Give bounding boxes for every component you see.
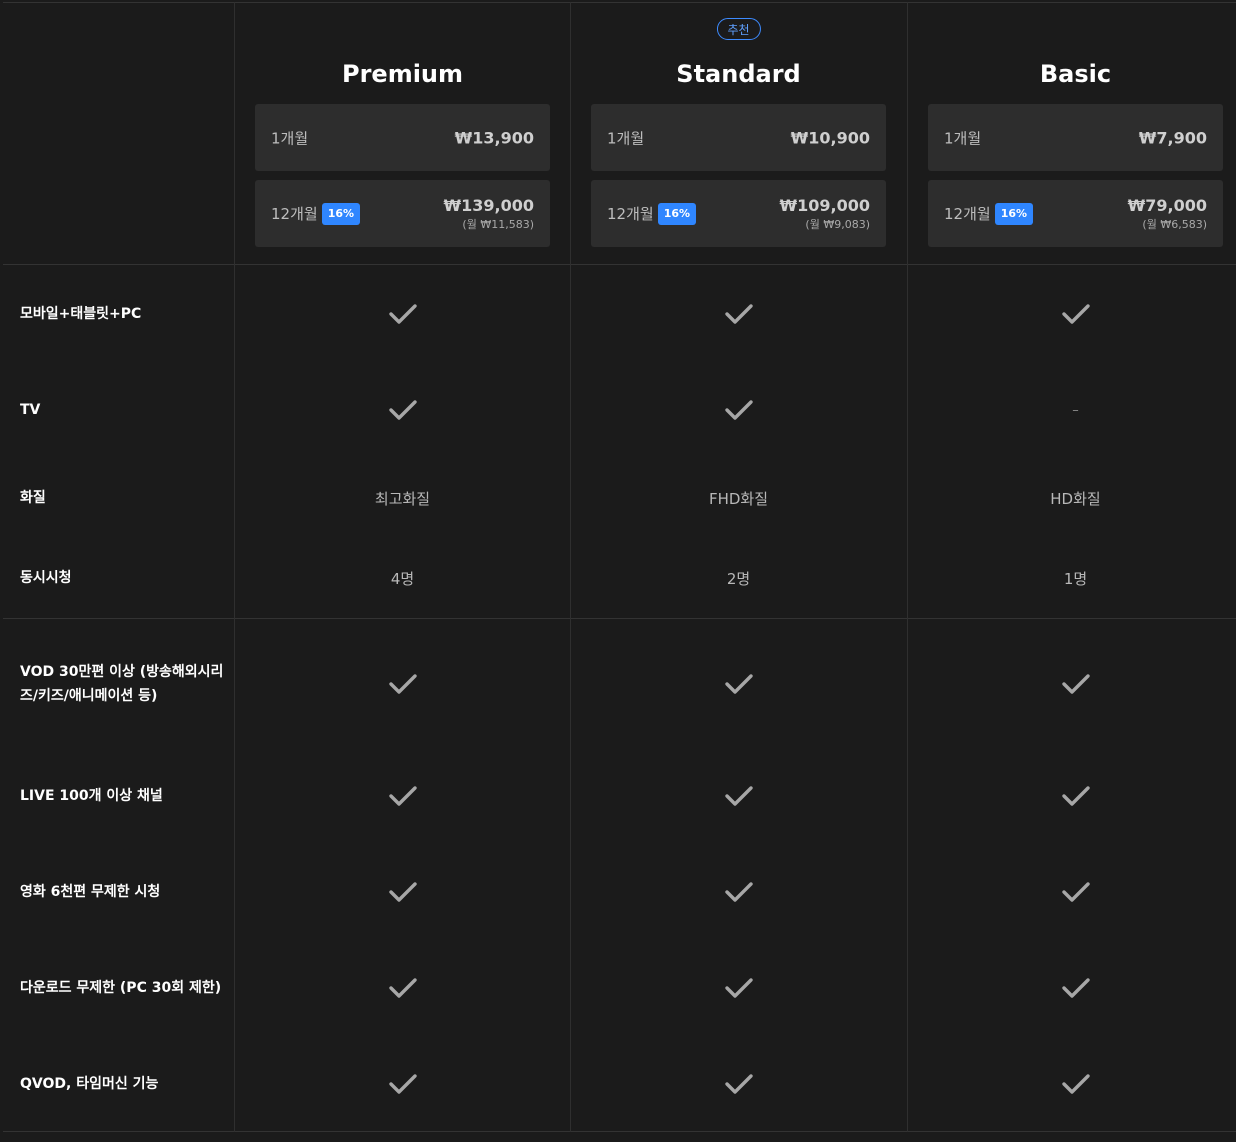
monthly-price-option[interactable]: 1개월 ₩13,900 (255, 104, 550, 171)
monthly-price-option[interactable]: 1개월 ₩10,900 (591, 104, 886, 171)
feature-label: 영화 6천편 무제한 시청 (20, 884, 161, 900)
feature-value: 2명 (726, 569, 751, 588)
check-icon (907, 781, 1236, 811)
check-icon (234, 973, 571, 1003)
table-bottom-border (3, 1131, 1236, 1132)
feature-label: QVOD, 타임머신 기능 (20, 1076, 159, 1092)
price: ₩109,000 (779, 195, 870, 215)
check-icon (570, 973, 907, 1003)
feature-value: 4명 (390, 569, 415, 588)
monthly-equivalent: (월 ₩9,083) (805, 217, 870, 231)
feature-label: TV (20, 402, 41, 418)
price: ₩7,900 (1138, 128, 1207, 147)
feature-label: 화질 (20, 490, 46, 506)
plan-standard: 추천 Standard 1개월 ₩10,900 12개월 16% ₩109,000… (570, 2, 907, 264)
period-label: 1개월 (607, 129, 645, 147)
feature-value: 최고화질 (374, 489, 431, 508)
check-icon (907, 299, 1236, 329)
discount-badge: 16% (321, 202, 361, 225)
feature-value: FHD화질 (708, 489, 769, 508)
yearly-price-option[interactable]: 12개월 16% ₩139,000 (월 ₩11,583) (255, 180, 550, 247)
plan-basic: Basic 1개월 ₩7,900 12개월 16% ₩79,000 (월 ₩6,58… (907, 2, 1236, 264)
not-available-dash: – (907, 395, 1236, 425)
monthly-price-option[interactable]: 1개월 ₩7,900 (928, 104, 1223, 171)
section-divider (3, 618, 1236, 619)
feature-value: 1명 (1063, 569, 1088, 588)
yearly-price-option[interactable]: 12개월 16% ₩109,000 (월 ₩9,083) (591, 180, 886, 247)
plan-name: Basic (1039, 60, 1112, 88)
check-icon (234, 669, 571, 699)
recommended-badge: 추천 (716, 18, 761, 40)
discount-badge: 16% (657, 202, 697, 225)
price: ₩139,000 (443, 195, 534, 215)
check-icon (570, 877, 907, 907)
period-label: 1개월 (271, 129, 309, 147)
header-divider (3, 264, 1236, 265)
price: ₩10,900 (790, 128, 870, 147)
check-icon (570, 781, 907, 811)
yearly-price-option[interactable]: 12개월 16% ₩79,000 (월 ₩6,583) (928, 180, 1223, 247)
feature-label: LIVE 100개 이상 채널 (20, 788, 163, 804)
check-icon (234, 1069, 571, 1099)
discount-badge: 16% (994, 202, 1034, 225)
monthly-equivalent: (월 ₩6,583) (1142, 217, 1207, 231)
plan-premium: Premium 1개월 ₩13,900 12개월 16% ₩139,000 (월 ₩… (234, 2, 571, 264)
monthly-equivalent: (월 ₩11,583) (462, 217, 534, 231)
period-label: 12개월 (607, 205, 654, 223)
check-icon (570, 1069, 907, 1099)
check-icon (570, 395, 907, 425)
dash-symbol: – (1072, 402, 1079, 418)
period-label: 12개월 (944, 205, 991, 223)
check-icon (234, 781, 571, 811)
plan-name: Premium (341, 60, 464, 88)
feature-label: 다운로드 무제한 (PC 30회 제한) (20, 980, 222, 996)
period-label: 1개월 (944, 129, 982, 147)
feature-label: VOD 30만편 이상 (방송해외시리즈/키즈/애니메이션 등) (20, 664, 224, 704)
check-icon (234, 395, 571, 425)
check-icon (907, 669, 1236, 699)
price: ₩79,000 (1127, 195, 1207, 215)
check-icon (570, 299, 907, 329)
check-icon (907, 973, 1236, 1003)
pricing-table: Premium 1개월 ₩13,900 12개월 16% ₩139,000 (월 ₩… (3, 2, 1236, 1132)
feature-label: 모바일+태블릿+PC (20, 306, 142, 322)
check-icon (234, 299, 571, 329)
check-icon (907, 1069, 1236, 1099)
feature-value: HD화질 (1050, 489, 1101, 508)
price: ₩13,900 (454, 128, 534, 147)
period-label: 12개월 (271, 205, 318, 223)
check-icon (234, 877, 571, 907)
plan-name: Standard (676, 60, 801, 88)
check-icon (570, 669, 907, 699)
feature-label: 동시시청 (20, 570, 72, 586)
check-icon (907, 877, 1236, 907)
